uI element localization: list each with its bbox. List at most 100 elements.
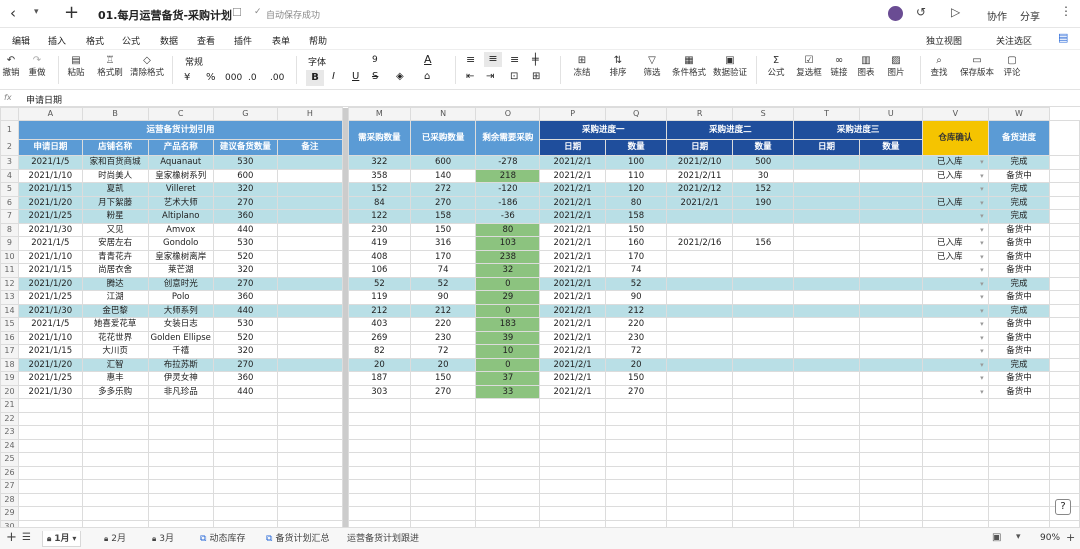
warehouse-select[interactable]: ▾	[922, 371, 989, 386]
cell[interactable]	[276, 182, 344, 197]
row-header[interactable]: 8	[0, 222, 19, 237]
cell[interactable]: 360	[212, 290, 278, 305]
cell[interactable]: Amvox	[147, 222, 214, 237]
empty-cell[interactable]	[1049, 290, 1080, 305]
empty-cell[interactable]	[147, 452, 214, 467]
cell[interactable]	[858, 357, 924, 372]
empty-cell[interactable]	[475, 519, 541, 527]
align-right-button[interactable]: ≡	[510, 53, 519, 66]
zoom-dropdown[interactable]: ▾	[1016, 532, 1021, 542]
empty-cell[interactable]	[1049, 344, 1080, 359]
empty-cell[interactable]	[793, 438, 860, 453]
cell[interactable]: 20	[604, 357, 668, 372]
cell[interactable]: 备货中	[987, 222, 1051, 237]
cell[interactable]: 419	[347, 236, 411, 251]
column-header[interactable]: H	[276, 107, 344, 121]
redo-button[interactable]: ↷ 重做	[28, 53, 46, 78]
paste-button[interactable]: ▤ 粘贴	[66, 53, 86, 78]
warehouse-select[interactable]: ▾	[922, 209, 989, 224]
empty-cell[interactable]	[147, 519, 214, 527]
chevron-down-icon[interactable]: ▾	[980, 359, 984, 371]
row-header[interactable]: 23	[0, 425, 19, 440]
cell[interactable]: 2021/2/1	[539, 330, 606, 345]
sheet-tab[interactable]: 🔒︎ 3月	[148, 531, 178, 547]
empty-cell[interactable]	[17, 411, 83, 426]
cell[interactable]: 74	[409, 263, 477, 278]
cell[interactable]: 270	[409, 384, 477, 399]
font-color-button[interactable]: A	[424, 53, 432, 66]
empty-cell[interactable]	[1049, 317, 1080, 332]
warehouse-select[interactable]: ▾	[922, 344, 989, 359]
cell[interactable]: 52	[347, 276, 411, 291]
empty-cell[interactable]	[922, 398, 989, 413]
cell[interactable]	[858, 371, 924, 386]
empty-cell[interactable]	[858, 411, 924, 426]
empty-cell[interactable]	[81, 438, 149, 453]
row-header[interactable]: 21	[0, 398, 19, 413]
warehouse-select[interactable]: ▾	[922, 276, 989, 291]
cell[interactable]	[858, 249, 924, 264]
empty-cell[interactable]	[604, 479, 668, 494]
empty-cell[interactable]	[987, 398, 1051, 413]
empty-cell[interactable]	[276, 452, 344, 467]
subheader-cell[interactable]: 数量	[604, 138, 668, 157]
subheader-cell[interactable]: 店铺名称	[81, 138, 149, 157]
empty-cell[interactable]	[987, 479, 1051, 494]
cell[interactable]: 2021/2/1	[539, 182, 606, 197]
cell[interactable]: 2021/2/1	[539, 384, 606, 399]
cell[interactable]: 212	[347, 303, 411, 318]
chevron-down-icon[interactable]: ▾	[980, 386, 984, 398]
column-header[interactable]: R	[666, 107, 733, 121]
cell[interactable]: 她喜爱花草	[81, 317, 149, 332]
cell[interactable]: 2021/1/5	[17, 317, 83, 332]
cell[interactable]	[793, 195, 860, 210]
empty-cell[interactable]	[793, 519, 860, 527]
undo-button[interactable]: ↶ 撤销	[2, 53, 20, 78]
cell[interactable]: 艺术大师	[147, 195, 214, 210]
empty-cell[interactable]	[17, 479, 83, 494]
empty-cell[interactable]	[81, 398, 149, 413]
cell[interactable]: 时尚美人	[81, 168, 149, 183]
column-header[interactable]: T	[793, 107, 860, 121]
empty-cell[interactable]	[212, 452, 278, 467]
cell[interactable]	[793, 303, 860, 318]
empty-cell[interactable]	[922, 479, 989, 494]
cell[interactable]: 备货中	[987, 330, 1051, 345]
cell[interactable]: 238	[475, 249, 541, 264]
cell[interactable]: 230	[347, 222, 411, 237]
cell[interactable]: 600	[212, 168, 278, 183]
empty-cell[interactable]	[347, 492, 411, 507]
layout-icon[interactable]: ▣	[992, 532, 1001, 543]
empty-cell[interactable]	[147, 479, 214, 494]
cell[interactable]: 270	[212, 357, 278, 372]
cell[interactable]: 32	[475, 263, 541, 278]
cell[interactable]: 119	[347, 290, 411, 305]
empty-cell[interactable]	[793, 411, 860, 426]
cell[interactable]: 358	[347, 168, 411, 183]
save-version-button[interactable]: ▭ 保存版本	[956, 53, 998, 78]
cell[interactable]: 270	[409, 195, 477, 210]
cell[interactable]: 花花世界	[81, 330, 149, 345]
cell[interactable]	[858, 168, 924, 183]
cell[interactable]	[666, 249, 733, 264]
cell[interactable]: 320	[212, 263, 278, 278]
row-header[interactable]: 9	[0, 236, 19, 251]
bold-button[interactable]: B	[306, 70, 324, 86]
cell[interactable]	[666, 384, 733, 399]
cell[interactable]: 150	[409, 222, 477, 237]
chevron-down-icon[interactable]: ▾	[980, 224, 984, 236]
cell[interactable]: 0	[475, 357, 541, 372]
cell[interactable]	[858, 263, 924, 278]
empty-cell[interactable]	[1049, 438, 1080, 453]
empty-cell[interactable]	[17, 398, 83, 413]
warehouse-select[interactable]: ▾	[922, 222, 989, 237]
cell[interactable]: 2021/2/1	[539, 303, 606, 318]
cell[interactable]: 完成	[987, 195, 1051, 210]
cell[interactable]: 82	[347, 344, 411, 359]
cell[interactable]	[858, 209, 924, 224]
empty-cell[interactable]	[1049, 357, 1080, 372]
cell[interactable]: 2021/1/5	[17, 155, 83, 170]
column-header[interactable]: V	[922, 107, 989, 121]
cell[interactable]: 金巴黎	[81, 303, 149, 318]
cell[interactable]: 备货中	[987, 317, 1051, 332]
